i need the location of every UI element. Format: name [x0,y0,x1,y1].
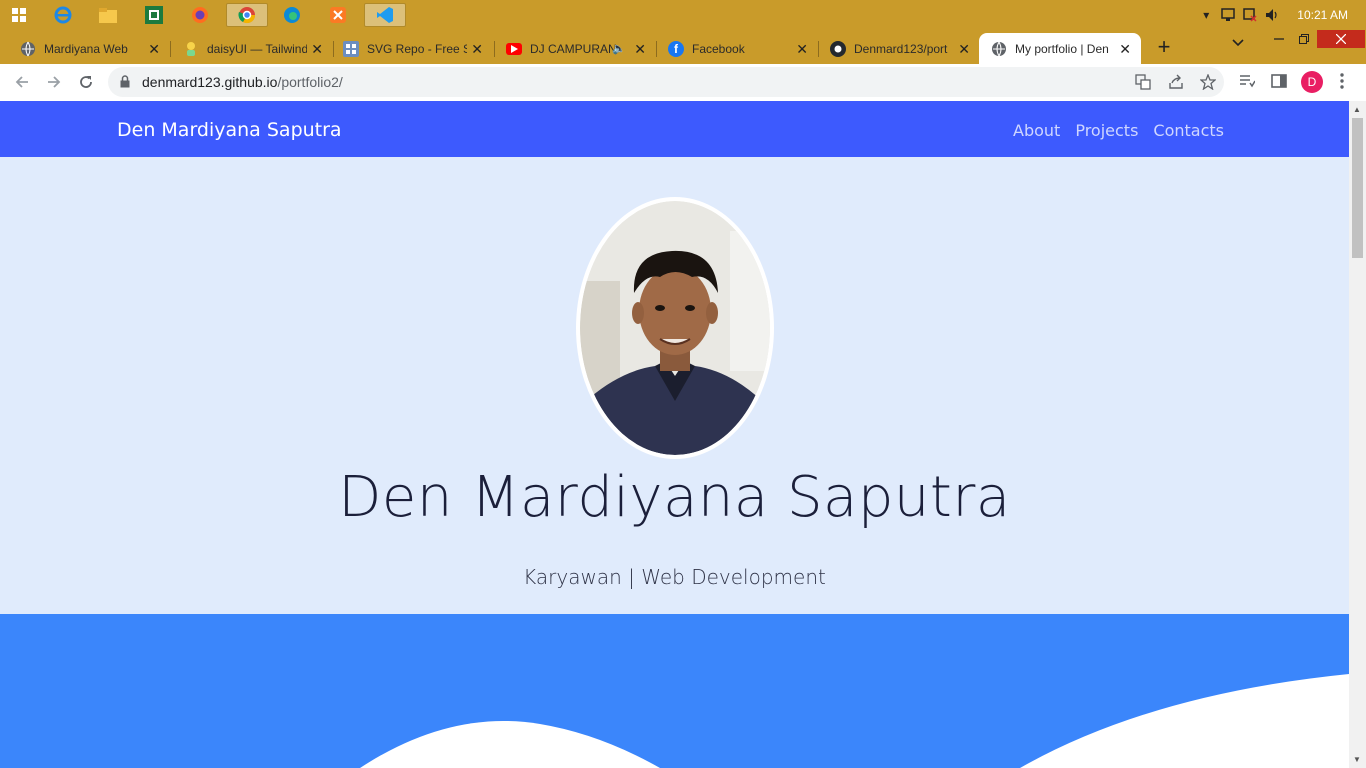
lock-icon[interactable] [120,75,130,93]
url-host: denmard123.github.io [142,74,278,90]
firefox-icon[interactable] [187,3,213,27]
close-tab-icon[interactable]: ✕ [634,41,646,58]
wave-section [0,614,1349,768]
close-tab-icon[interactable]: ✕ [311,41,323,58]
share-icon[interactable] [1168,74,1184,93]
no-internet-icon[interactable] [1239,4,1261,26]
tab-title: SVG Repo - Free S [367,41,467,56]
translate-icon[interactable] [1135,74,1151,93]
forward-arrow-icon[interactable] [42,71,66,93]
scroll-up-arrow-icon[interactable]: ▲ [1353,105,1361,114]
taskbar-clock[interactable]: 10:21 AM [1297,8,1348,22]
profile-photo-image [580,201,770,455]
reload-icon[interactable] [74,71,98,93]
tab-github[interactable]: Denmard123/port ✕ [810,33,980,64]
youtube-icon [506,42,522,55]
network-icon[interactable] [1217,4,1239,26]
excel-icon[interactable] [141,3,167,27]
side-panel-icon[interactable] [1271,73,1287,94]
close-tab-icon[interactable]: ✕ [1119,41,1131,58]
chevron-up-icon[interactable]: ▾ [1195,4,1217,26]
tab-title: DJ CAMPURAN [530,41,616,56]
svgrepo-icon [343,40,359,57]
tab-title: Denmard123/port [854,41,948,56]
page-scrollbar[interactable]: ▲ ▼ [1349,101,1366,768]
close-tab-icon[interactable]: ✕ [148,41,160,58]
windows-start-icon[interactable] [6,3,32,27]
hero-section: Den Mardiyana Saputra Karyawan | Web Dev… [0,157,1349,614]
close-tab-icon[interactable]: ✕ [471,41,483,58]
hero-subtitle: Karyawan | Web Development [523,565,826,589]
browser-toolbar: denmard123.github.io/portfolio2/ D [0,64,1366,102]
close-window-button[interactable] [1317,30,1365,48]
vscode-icon[interactable] [364,3,406,27]
reading-list-icon[interactable] [1239,73,1256,94]
tab-svg-repo[interactable]: SVG Repo - Free S ✕ [323,33,493,64]
facebook-icon: f [668,40,684,57]
tab-my-portfolio[interactable]: My portfolio | Den ✕ [979,33,1141,64]
file-explorer-icon[interactable] [95,3,121,27]
nav-link-about[interactable]: About [1013,121,1060,140]
globe-icon [991,41,1007,57]
bookmark-star-icon[interactable] [1199,73,1217,93]
tab-search-chevron-icon[interactable] [1232,36,1244,51]
back-arrow-icon[interactable] [10,71,34,93]
address-bar[interactable]: denmard123.github.io/portfolio2/ [108,67,1224,97]
scroll-down-arrow-icon[interactable]: ▼ [1353,755,1361,764]
tab-dj-campuran[interactable]: DJ CAMPURAN 🔈 ✕ [486,33,656,64]
scrollbar-thumb[interactable] [1352,118,1363,258]
chrome-icon[interactable] [226,3,268,27]
page-viewport: Den Mardiyana Saputra About Projects Con… [0,101,1349,768]
audio-playing-icon[interactable]: 🔈 [612,42,626,55]
tab-daisyui[interactable]: daisyUI — Tailwind ✕ [163,33,333,64]
tab-title: My portfolio | Den [1015,41,1109,56]
system-tray: ▾ 10:21 AM [1195,0,1366,30]
site-brand-link[interactable]: Den Mardiyana Saputra [117,119,342,141]
hero-title: Den Mardiyana Saputra [338,465,1011,530]
tab-title: Facebook [692,41,745,56]
volume-icon[interactable] [1261,4,1283,26]
wave-decoration [360,674,1349,768]
internet-explorer-icon[interactable] [50,3,76,27]
tab-facebook[interactable]: f Facebook ✕ [648,33,818,64]
close-tab-icon[interactable]: ✕ [958,41,970,58]
tab-mardiyana-web[interactable]: Mardiyana Web ✕ [0,33,170,64]
close-tab-icon[interactable]: ✕ [796,41,808,58]
new-tab-button[interactable]: + [1152,34,1176,60]
github-icon [830,40,846,57]
nav-link-projects[interactable]: Projects [1075,121,1138,140]
windows-taskbar: ▾ 10:21 AM [0,0,1366,30]
site-menu: About Projects Contacts [1013,121,1224,140]
globe-icon [20,41,36,57]
edge-icon[interactable] [279,3,305,27]
daisyui-icon [183,41,199,57]
url-text[interactable]: denmard123.github.io/portfolio2/ [142,74,343,90]
url-path: /portfolio2/ [277,74,343,90]
tab-title: Mardiyana Web [44,41,128,56]
profile-photo [576,197,774,459]
xampp-icon[interactable] [325,3,351,27]
profile-avatar[interactable]: D [1301,71,1323,93]
tab-title: daisyUI — Tailwind [207,41,307,56]
site-navbar: Den Mardiyana Saputra About Projects Con… [0,101,1349,157]
kebab-menu-icon[interactable] [1340,73,1344,94]
nav-link-contacts[interactable]: Contacts [1153,121,1224,140]
